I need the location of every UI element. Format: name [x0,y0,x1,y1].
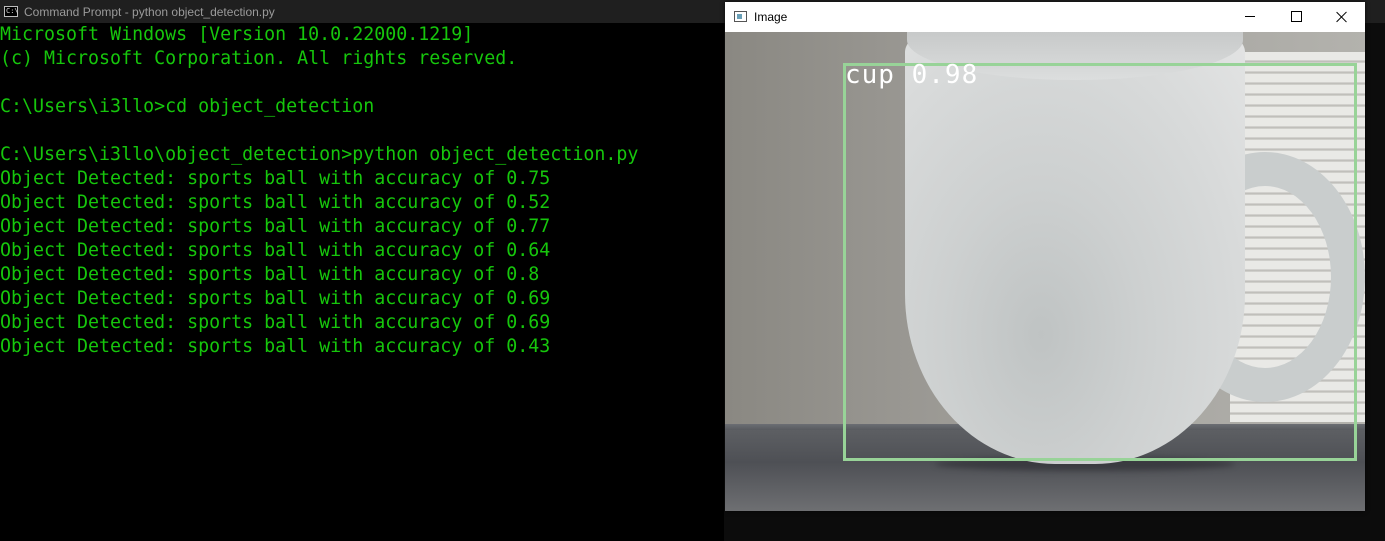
image-window-titlebar[interactable]: Image [725,2,1365,31]
cmd-window-title: Command Prompt - python object_detection… [24,4,275,19]
cmd-console[interactable]: Microsoft Windows [Version 10.0.22000.12… [0,23,724,541]
console-line [0,119,724,143]
detection-bounding-box [843,63,1357,461]
console-line: Microsoft Windows [Version 10.0.22000.12… [0,24,474,45]
console-line: C:\Users\i3llo>cd object_detection [0,96,375,117]
maximize-icon [1290,11,1302,22]
console-line: Object Detected: sports ball with accura… [0,336,551,357]
console-line: Object Detected: sports ball with accura… [0,168,551,189]
image-window[interactable]: Image cup 0.98 [725,2,1365,511]
console-line: Object Detected: sports ball with accura… [0,312,551,333]
minimize-icon [1245,16,1255,17]
cmd-icon: C:\ [4,6,19,17]
camera-frame: cup 0.98 [725,32,1365,511]
close-button[interactable] [1319,2,1365,31]
console-line: (c) Microsoft Corporation. All rights re… [0,48,518,69]
console-line: Object Detected: sports ball with accura… [0,192,551,213]
image-window-icon [734,11,747,22]
image-window-title: Image [754,9,788,24]
minimize-button[interactable] [1227,2,1273,31]
console-line: Object Detected: sports ball with accura… [0,240,551,261]
console-line: Object Detected: sports ball with accura… [0,216,551,237]
console-line: Object Detected: sports ball with accura… [0,264,540,285]
console-line [0,71,724,95]
close-icon [1336,11,1348,23]
maximize-button[interactable] [1273,2,1319,31]
console-line: C:\Users\i3llo\object_detection>python o… [0,144,639,165]
console-line: Object Detected: sports ball with accura… [0,288,551,309]
detection-label: cup 0.98 [845,60,979,90]
